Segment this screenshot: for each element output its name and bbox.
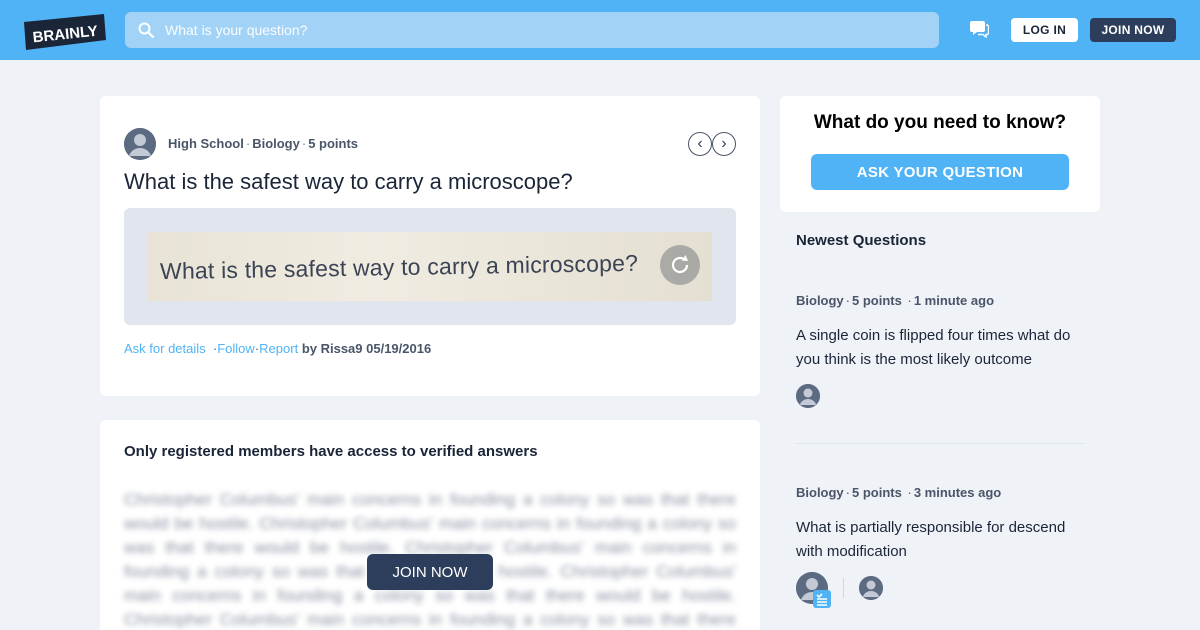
answers-card: Only registered members have access to v… [100,420,760,630]
brainly-logo[interactable]: BRAINLY [24,14,106,50]
attachment-image-text: What is the safest way to carry a micros… [159,249,639,285]
author-line: by Rissa9 05/19/2016 [301,341,432,356]
top-bar: BRAINLY LOG IN JOIN NOW [0,0,1200,60]
newest-item-meta: Biology · 5 points · 1 minute ago [796,293,995,308]
newest-item-text[interactable]: A single coin is flipped four times what… [796,324,1086,372]
chevron-right-icon: › [721,135,727,152]
question-points: 5 points [308,136,359,151]
newest-questions-heading: Newest Questions [796,232,927,249]
ask-title: What do you need to know? [813,112,1067,133]
newest-item-text[interactable]: What is partially responsible for descen… [796,516,1086,564]
avatar-icon [859,576,883,600]
question-level[interactable]: High School [168,136,244,151]
search-input[interactable] [165,12,925,48]
chat-icon[interactable] [969,20,989,38]
search-icon [138,22,154,38]
divider [796,443,1084,444]
join-now-header-button[interactable]: JOIN NOW [1090,18,1176,42]
avatar-icon [124,128,156,160]
ask-question-button[interactable]: ASK YOUR QUESTION [811,154,1069,190]
item-points: 5 points [852,485,902,500]
question-actions: Ask for details ·Follow·Report by Rissa9… [124,341,432,356]
newest-item-avatar[interactable] [859,576,883,600]
avatar-icon [796,384,820,408]
rotate-icon [671,255,689,274]
join-now-button[interactable]: JOIN NOW [367,554,493,590]
rotate-image-button[interactable] [660,245,700,285]
question-subject[interactable]: Biology [252,136,300,151]
previous-question-button[interactable]: ‹ [688,132,712,156]
question-title: What is the safest way to carry a micros… [124,169,573,194]
asker-avatar[interactable] [124,128,156,160]
report-link[interactable]: Report [259,341,298,356]
question-meta: High School · Biology · 5 points [168,136,359,151]
avatar-separator [843,578,844,598]
item-time: 1 minute ago [913,293,995,308]
login-button[interactable]: LOG IN [1011,18,1078,42]
item-time: 3 minutes ago [913,485,1002,500]
newest-item-avatar[interactable] [796,384,820,408]
item-points: 5 points [852,293,902,308]
item-subject[interactable]: Biology [796,293,844,308]
next-question-button[interactable]: › [712,132,736,156]
ask-question-card: What do you need to know? ASK YOUR QUEST… [780,96,1100,212]
attachment-image[interactable]: What is the safest way to carry a micros… [148,232,712,301]
item-subject[interactable]: Biology [796,485,844,500]
answers-heading: Only registered members have access to v… [124,443,538,460]
chevron-left-icon: ‹ [697,135,703,152]
search-bar[interactable] [125,12,939,48]
newest-item-meta: Biology · 5 points · 3 minutes ago [796,485,1002,500]
follow-link[interactable]: Follow [217,341,255,356]
verified-check-icon [813,590,831,608]
ask-for-details-link[interactable]: Ask for details [124,341,206,356]
